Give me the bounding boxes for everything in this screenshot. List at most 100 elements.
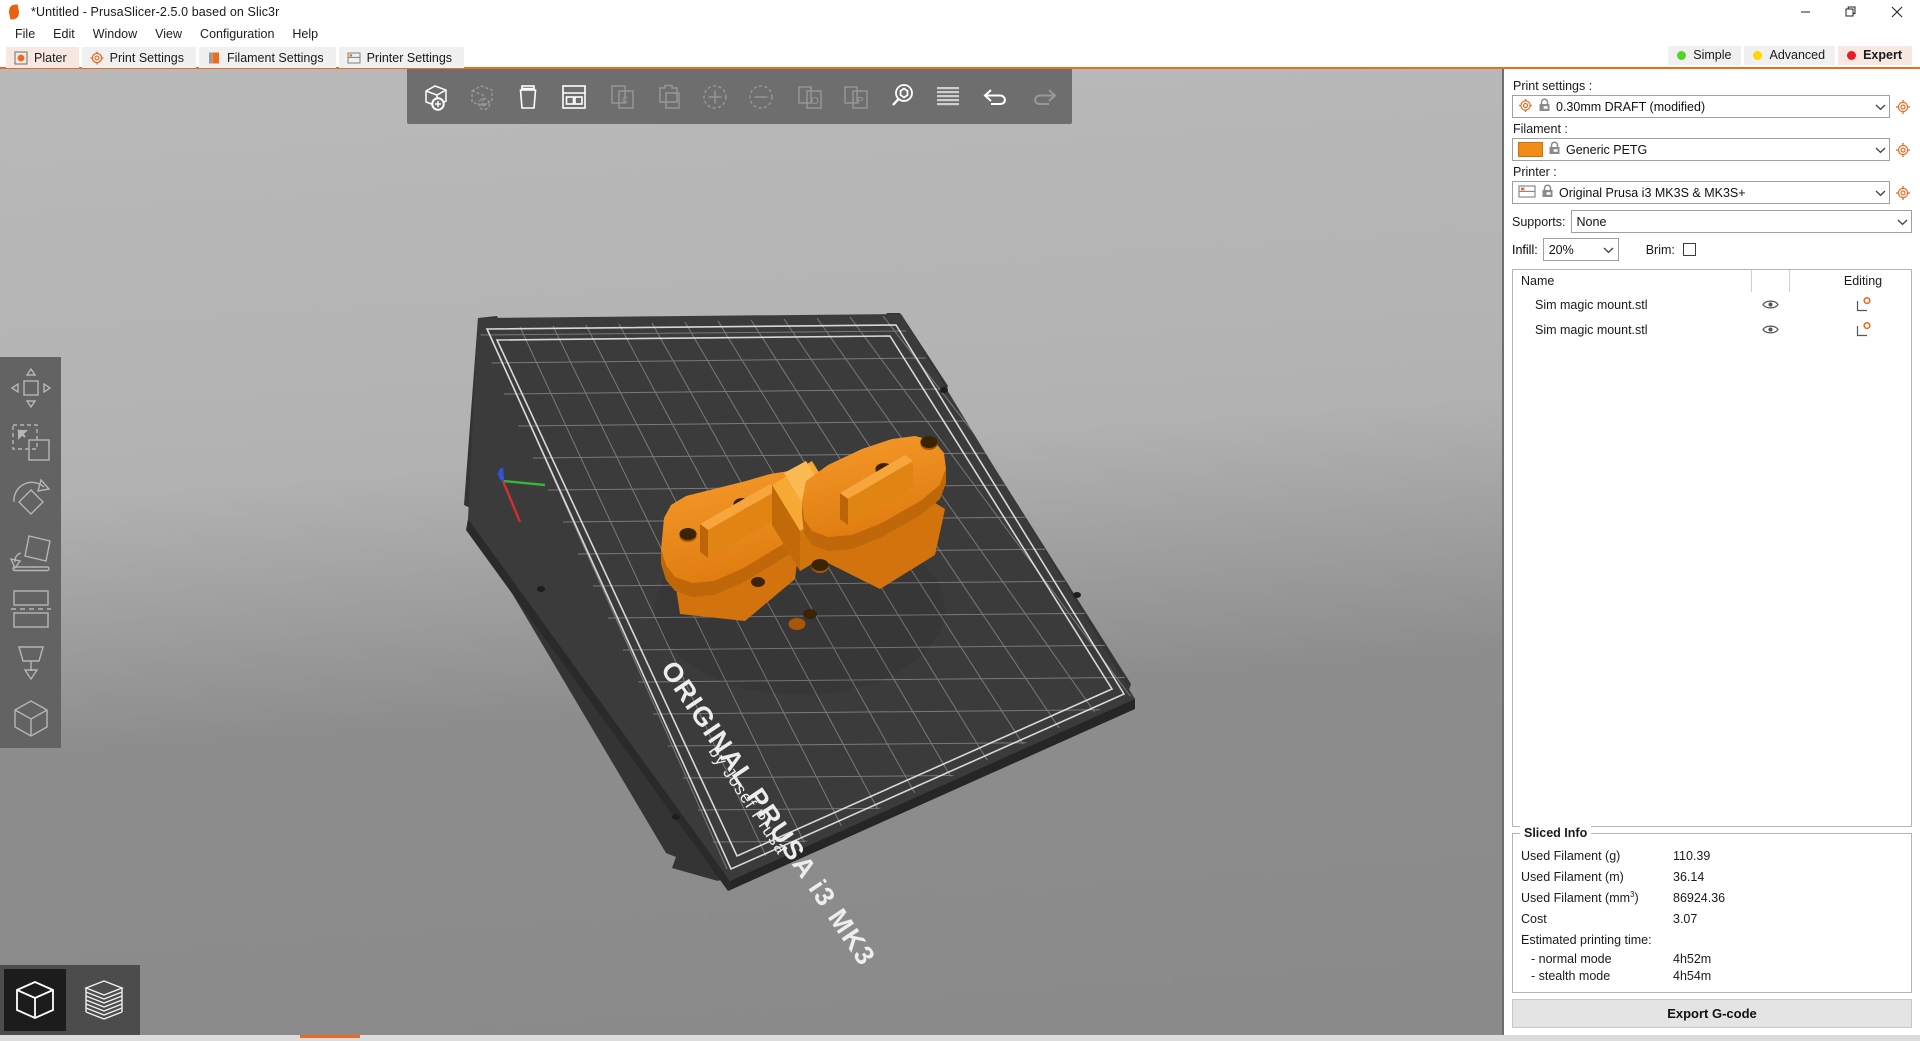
menu-window[interactable]: Window: [84, 25, 146, 43]
table-row[interactable]: Sim magic mount.stl: [1513, 317, 1911, 342]
normal-mode-value: 4h52m: [1673, 951, 1712, 966]
gizmo-place-on-face-button[interactable]: [3, 525, 58, 580]
stealth-mode-label: - stealth mode: [1531, 968, 1611, 983]
used-filament-g-label: Used Filament (g): [1521, 848, 1621, 863]
infill-combo[interactable]: 20%: [1542, 238, 1619, 261]
tab-plater-label: Plater: [34, 50, 67, 65]
menu-help[interactable]: Help: [283, 25, 327, 43]
filament-row: Generic PETG: [1512, 138, 1912, 161]
remove-cube-icon-button[interactable]: [459, 74, 505, 120]
filament-value: Generic PETG: [1566, 142, 1648, 157]
paste-icon-button[interactable]: [646, 74, 692, 120]
gizmo-move-button[interactable]: [3, 360, 58, 415]
column-header-name: Name: [1521, 274, 1555, 288]
plus-circle-icon-button[interactable]: [692, 74, 738, 120]
svg-text:O: O: [811, 96, 819, 107]
object-list-header: Name Editing: [1513, 270, 1911, 292]
brim-checkbox[interactable]: [1682, 243, 1696, 256]
mode-expert-label: Expert: [1863, 48, 1902, 62]
settings-modifier-icon[interactable]: [1815, 297, 1911, 312]
redo-arrow-icon-button[interactable]: [1020, 74, 1066, 120]
svg-text:C: C: [622, 95, 629, 105]
print-settings-edit-cog-icon[interactable]: [1894, 98, 1912, 116]
estimated-time-header: Estimated printing time:: [1521, 932, 1652, 947]
copy-icon-button[interactable]: C: [600, 74, 646, 120]
menu-configuration[interactable]: Configuration: [191, 25, 283, 43]
sliced-info-row: Used Filament (g) 110.39: [1521, 845, 1903, 866]
gizmo-cut-button[interactable]: [3, 580, 58, 635]
tab-filament-settings[interactable]: Filament Settings: [199, 47, 336, 68]
view-mode-switch: [0, 965, 140, 1035]
filament-edit-cog-icon[interactable]: [1894, 141, 1912, 159]
trash-icon-button[interactable]: [505, 74, 551, 120]
status-bar: [0, 1035, 1920, 1041]
eye-icon[interactable]: [1751, 324, 1789, 335]
variable-layer-height-icon-button[interactable]: [925, 74, 971, 120]
split-objects-icon-button[interactable]: O: [787, 74, 833, 120]
supports-value: None: [1576, 214, 1607, 229]
mode-simple-button[interactable]: Simple: [1668, 46, 1742, 65]
mode-advanced-dot: [1753, 50, 1763, 60]
close-button[interactable]: [1874, 0, 1920, 23]
column-header-visibility: [1751, 270, 1789, 292]
printer-edit-cog-icon[interactable]: [1894, 184, 1912, 202]
chevron-down-icon[interactable]: [1873, 103, 1887, 111]
progress-indicator: [300, 1035, 360, 1038]
sidebar-presets: Print settings : 0.30mm DRAFT (modified)…: [1504, 69, 1920, 827]
used-filament-m-value: 36.14: [1673, 869, 1705, 884]
menu-bar: File Edit Window View Configuration Help: [0, 23, 1920, 44]
restore-button[interactable]: [1828, 0, 1874, 23]
print-settings-combo[interactable]: 0.30mm DRAFT (modified): [1512, 95, 1890, 118]
search-icon-button[interactable]: [879, 74, 925, 120]
chevron-down-icon[interactable]: [1873, 189, 1887, 197]
settings-modifier-icon[interactable]: [1815, 322, 1911, 337]
menu-file[interactable]: File: [6, 25, 44, 43]
chevron-down-icon[interactable]: [1873, 146, 1887, 154]
minimize-button[interactable]: [1782, 0, 1828, 23]
filament-combo[interactable]: Generic PETG: [1512, 138, 1890, 161]
menu-view[interactable]: View: [146, 25, 191, 43]
infill-label: Infill:: [1512, 242, 1538, 257]
mode-advanced-button[interactable]: Advanced: [1744, 46, 1836, 65]
stealth-mode-value: 4h54m: [1673, 968, 1712, 983]
chevron-down-icon[interactable]: [1895, 218, 1909, 226]
table-row[interactable]: Sim magic mount.stl: [1513, 292, 1911, 317]
tab-printer-settings[interactable]: Printer Settings: [338, 47, 465, 68]
gizmo-rotate-button[interactable]: [3, 470, 58, 525]
supports-combo[interactable]: None: [1570, 210, 1912, 233]
right-sidebar: Print settings : 0.30mm DRAFT (modified)…: [1502, 69, 1920, 1035]
object-name: Sim magic mount.stl: [1535, 322, 1648, 337]
view-preview-button[interactable]: [72, 969, 134, 1031]
printer-combo[interactable]: Original Prusa i3 MK3S & MK3S+: [1512, 181, 1890, 204]
printer-label: Printer :: [1513, 165, 1557, 179]
object-list[interactable]: Name Editing Sim magic mount.stl Sim mag…: [1512, 269, 1912, 827]
print-settings-value: 0.30mm DRAFT (modified): [1556, 99, 1706, 114]
used-filament-m-label: Used Filament (m): [1521, 869, 1624, 884]
plater-3d-canvas[interactable]: ORIGINAL PRUSA i3 MK3 by Josef Prusa C O…: [0, 69, 1502, 1035]
column-header-editing: Editing: [1843, 274, 1883, 288]
eye-icon[interactable]: [1751, 299, 1789, 310]
export-gcode-button[interactable]: Export G-code: [1512, 999, 1912, 1028]
undo-arrow-icon-button[interactable]: [974, 74, 1020, 120]
gizmo-seam-painting-button[interactable]: [3, 690, 58, 745]
lock-closed-icon: [1541, 184, 1554, 201]
print-settings-label: Print settings :: [1513, 79, 1593, 93]
minus-circle-icon-button[interactable]: [738, 74, 784, 120]
tab-print-settings[interactable]: Print Settings: [81, 47, 196, 68]
menu-edit[interactable]: Edit: [44, 25, 84, 43]
filament-color-swatch: [1518, 142, 1543, 157]
mode-simple-label: Simple: [1693, 48, 1732, 62]
arrange-grid-icon-button[interactable]: [551, 74, 597, 120]
add-cube-icon-button[interactable]: [413, 74, 459, 120]
chevron-down-icon[interactable]: [1602, 246, 1616, 254]
sliced-info-row: Cost 3.07: [1521, 908, 1903, 929]
split-parts-icon-button[interactable]: P: [833, 74, 879, 120]
mode-expert-button[interactable]: Expert: [1838, 46, 1912, 65]
printer-icon: [347, 51, 361, 65]
tab-plater[interactable]: Plater: [6, 47, 79, 68]
view-3d-editor-button[interactable]: [4, 969, 66, 1031]
sliced-info-legend: Sliced Info: [1520, 826, 1592, 840]
filament-label: Filament :: [1513, 122, 1568, 136]
gizmo-scale-button[interactable]: [3, 415, 58, 470]
gizmo-support-painting-button[interactable]: [3, 635, 58, 690]
